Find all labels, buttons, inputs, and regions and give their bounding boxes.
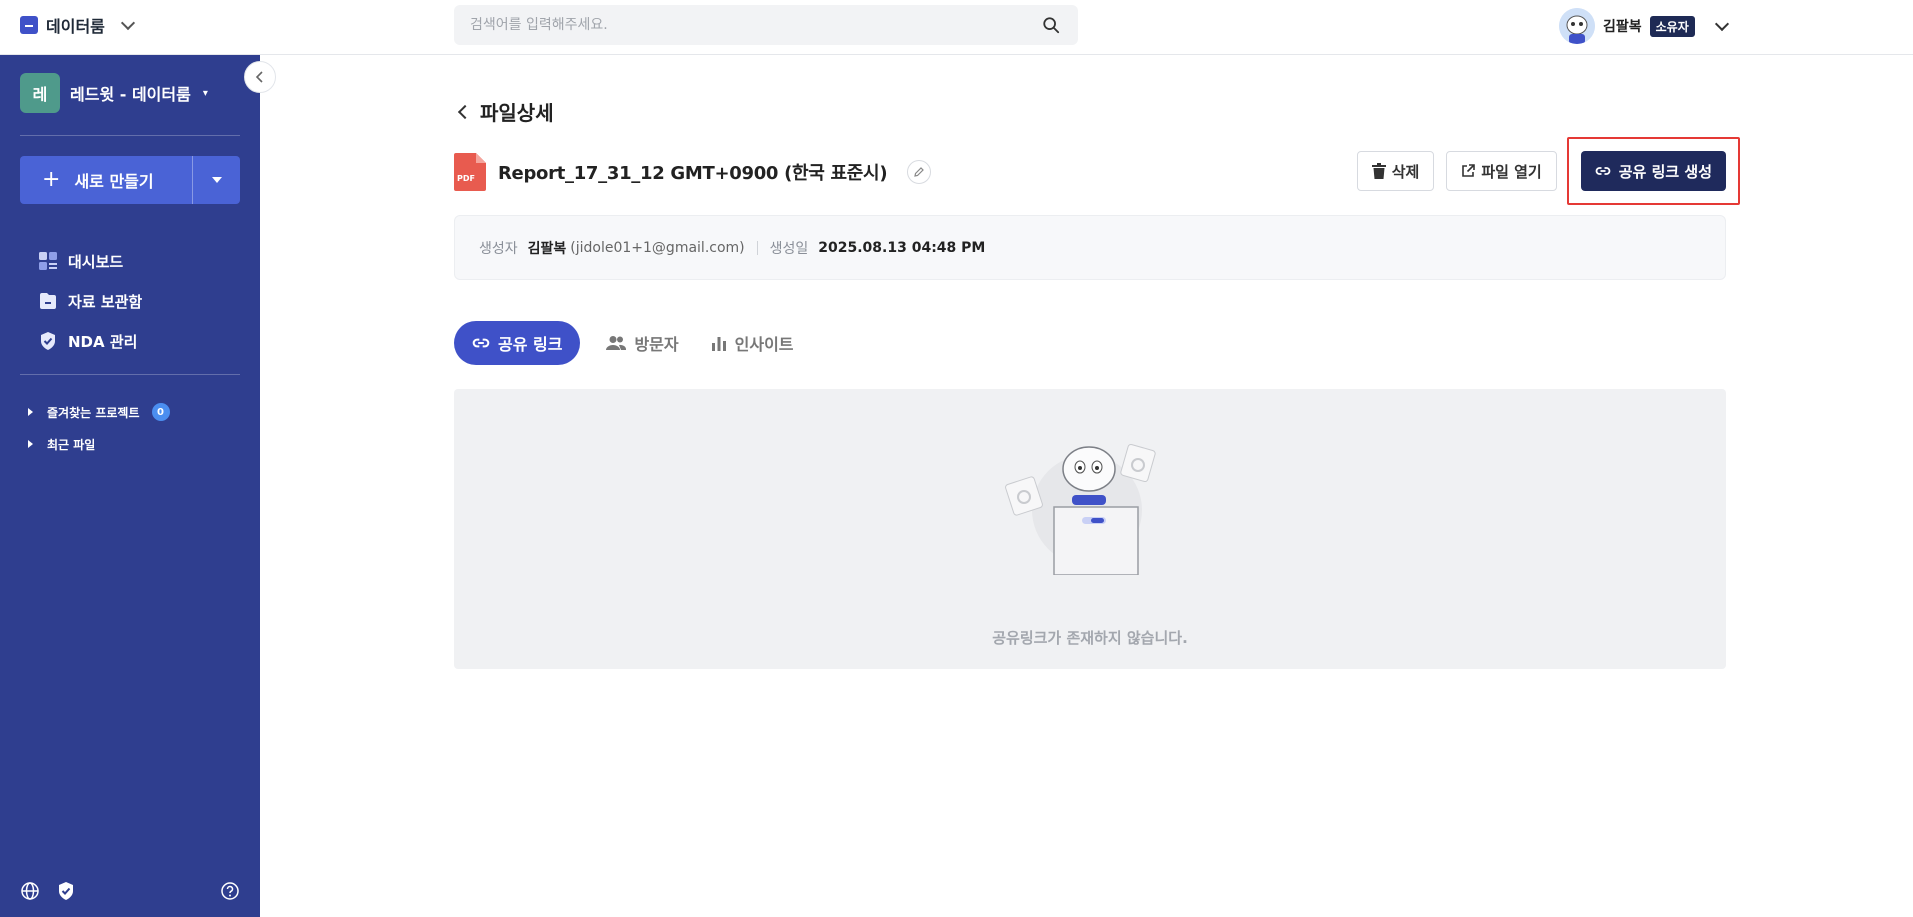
- file-header: PDF Report_17_31_12 GMT+0900 (한국 표준시): [454, 153, 932, 191]
- help-icon[interactable]: [220, 881, 240, 901]
- pencil-icon: [914, 167, 925, 177]
- caret-down-icon: ▾: [202, 87, 208, 99]
- sidebar-item-label: 자료 보관함: [68, 292, 143, 311]
- highlight-box: 공유 링크 생성: [1566, 137, 1740, 205]
- creator-email: (jidole01+1@gmail.com): [570, 239, 745, 256]
- delete-button-label: 삭제: [1391, 162, 1420, 181]
- count-badge: 0: [151, 403, 170, 421]
- back-chevron-icon[interactable]: [457, 104, 473, 119]
- tab-share-link[interactable]: 공유 링크: [454, 321, 581, 365]
- user-name: 김팔복: [1603, 19, 1642, 35]
- tab-label: 방문자: [634, 335, 679, 354]
- tab-visitors[interactable]: 방문자: [600, 321, 684, 365]
- tree-item-label: 최근 파일: [47, 437, 96, 452]
- shield-check-icon[interactable]: [56, 881, 76, 901]
- empty-state: 공유링크가 존재하지 않습니다.: [454, 389, 1726, 669]
- shield-icon: [38, 331, 58, 351]
- create-share-link-button[interactable]: 공유 링크 생성: [1580, 151, 1726, 191]
- file-actions: 삭제 파일 열기 공유 링크 생성: [1356, 137, 1740, 205]
- sidebar-footer: [20, 881, 240, 903]
- file-meta: 생성자 김팔복 (jidole01+1@gmail.com) 생성일 2025.…: [454, 215, 1726, 280]
- detail-tabs: 공유 링크 방문자 인사이트: [454, 321, 800, 365]
- sidebar-tree: 즐겨찾는 프로젝트 0 최근 파일: [28, 396, 170, 460]
- sidebar-item-nda[interactable]: NDA 관리: [38, 321, 142, 361]
- sidebar-item-archive[interactable]: 자료 보관함: [38, 281, 142, 321]
- workspace-name: 레드윗 - 데이터룸: [70, 85, 191, 104]
- new-button[interactable]: + 새로 만들기: [20, 156, 192, 204]
- caret-down-icon: [211, 177, 222, 183]
- new-options-button[interactable]: [192, 156, 240, 204]
- sidebar-nav: 대시보드 자료 보관함 NDA 관리: [38, 241, 142, 361]
- new-button-label: 새로 만들기: [74, 172, 154, 191]
- tree-item-label: 즐겨찾는 프로젝트: [47, 405, 140, 420]
- role-badge: 소유자: [1649, 15, 1695, 37]
- dashboard-icon: [38, 251, 58, 271]
- creator-name: 김팔복: [527, 240, 567, 257]
- sidebar-item-label: NDA 관리: [68, 332, 138, 351]
- link-icon: [472, 338, 490, 348]
- delete-button[interactable]: 삭제: [1356, 151, 1435, 191]
- pdf-file-icon: PDF: [454, 153, 486, 191]
- create-share-link-label: 공유 링크 생성: [1618, 162, 1712, 181]
- caret-right-icon: [28, 440, 33, 448]
- chevron-down-icon: [120, 15, 135, 30]
- external-link-icon: [1462, 164, 1476, 177]
- tab-label: 인사이트: [734, 335, 794, 354]
- avatar: [1559, 8, 1595, 44]
- bar-chart-icon: [711, 337, 726, 351]
- plus-icon: +: [42, 167, 61, 192]
- workspace-avatar: 레: [20, 73, 60, 113]
- user-menu[interactable]: 김팔복 소유자: [1559, 8, 1729, 44]
- chevron-down-icon[interactable]: [1714, 16, 1729, 31]
- divider: [20, 374, 240, 375]
- divider: [756, 240, 758, 255]
- page-title: 파일상세: [480, 101, 554, 125]
- top-bar: 데이터룸 김팔복 소유자: [0, 0, 1913, 55]
- tab-insights[interactable]: 인사이트: [705, 321, 800, 365]
- brand-switcher[interactable]: 데이터룸: [20, 13, 135, 37]
- open-file-button[interactable]: 파일 열기: [1446, 151, 1557, 191]
- brand-name: 데이터룸: [46, 17, 105, 36]
- dataroom-logo-icon: [20, 16, 38, 34]
- people-icon: [606, 336, 627, 350]
- tab-label: 공유 링크: [498, 335, 563, 354]
- sidebar-item-label: 대시보드: [68, 252, 124, 271]
- divider: [20, 135, 240, 136]
- trash-icon: [1371, 163, 1386, 179]
- created-date: 2025.08.13 04:48 PM: [818, 239, 986, 256]
- chevron-left-icon: [255, 71, 263, 83]
- link-icon: [1595, 167, 1611, 175]
- globe-icon[interactable]: [20, 881, 40, 901]
- empty-mascot-illustration: [1005, 443, 1156, 575]
- sidebar-collapse-button[interactable]: [244, 61, 276, 93]
- edit-name-button[interactable]: [907, 160, 932, 184]
- tree-item-recent-files[interactable]: 최근 파일: [28, 428, 170, 460]
- open-file-button-label: 파일 열기: [1481, 162, 1542, 181]
- sidebar: 레 레드윗 - 데이터룸 ▾ + 새로 만들기 대시보드 자료 보관함 NDA …: [0, 55, 260, 917]
- workspace-switcher[interactable]: 레 레드윗 - 데이터룸 ▾: [20, 73, 208, 113]
- page-header: 파일상세: [454, 97, 554, 126]
- pdf-type-label: PDF: [457, 174, 475, 183]
- sidebar-item-dashboard[interactable]: 대시보드: [38, 241, 142, 281]
- folder-icon: [38, 291, 58, 311]
- search-bar: [454, 5, 1078, 45]
- search-icon[interactable]: [1042, 16, 1060, 34]
- empty-message: 공유링크가 존재하지 않습니다.: [992, 629, 1188, 647]
- search-input[interactable]: [470, 5, 1030, 45]
- file-name: Report_17_31_12 GMT+0900 (한국 표준시): [498, 163, 888, 184]
- creator-label: 생성자: [479, 240, 518, 257]
- new-button-group: + 새로 만들기: [20, 156, 240, 204]
- tree-item-favorites[interactable]: 즐겨찾는 프로젝트 0: [28, 396, 170, 428]
- created-label: 생성일: [769, 240, 809, 257]
- caret-right-icon: [28, 408, 33, 416]
